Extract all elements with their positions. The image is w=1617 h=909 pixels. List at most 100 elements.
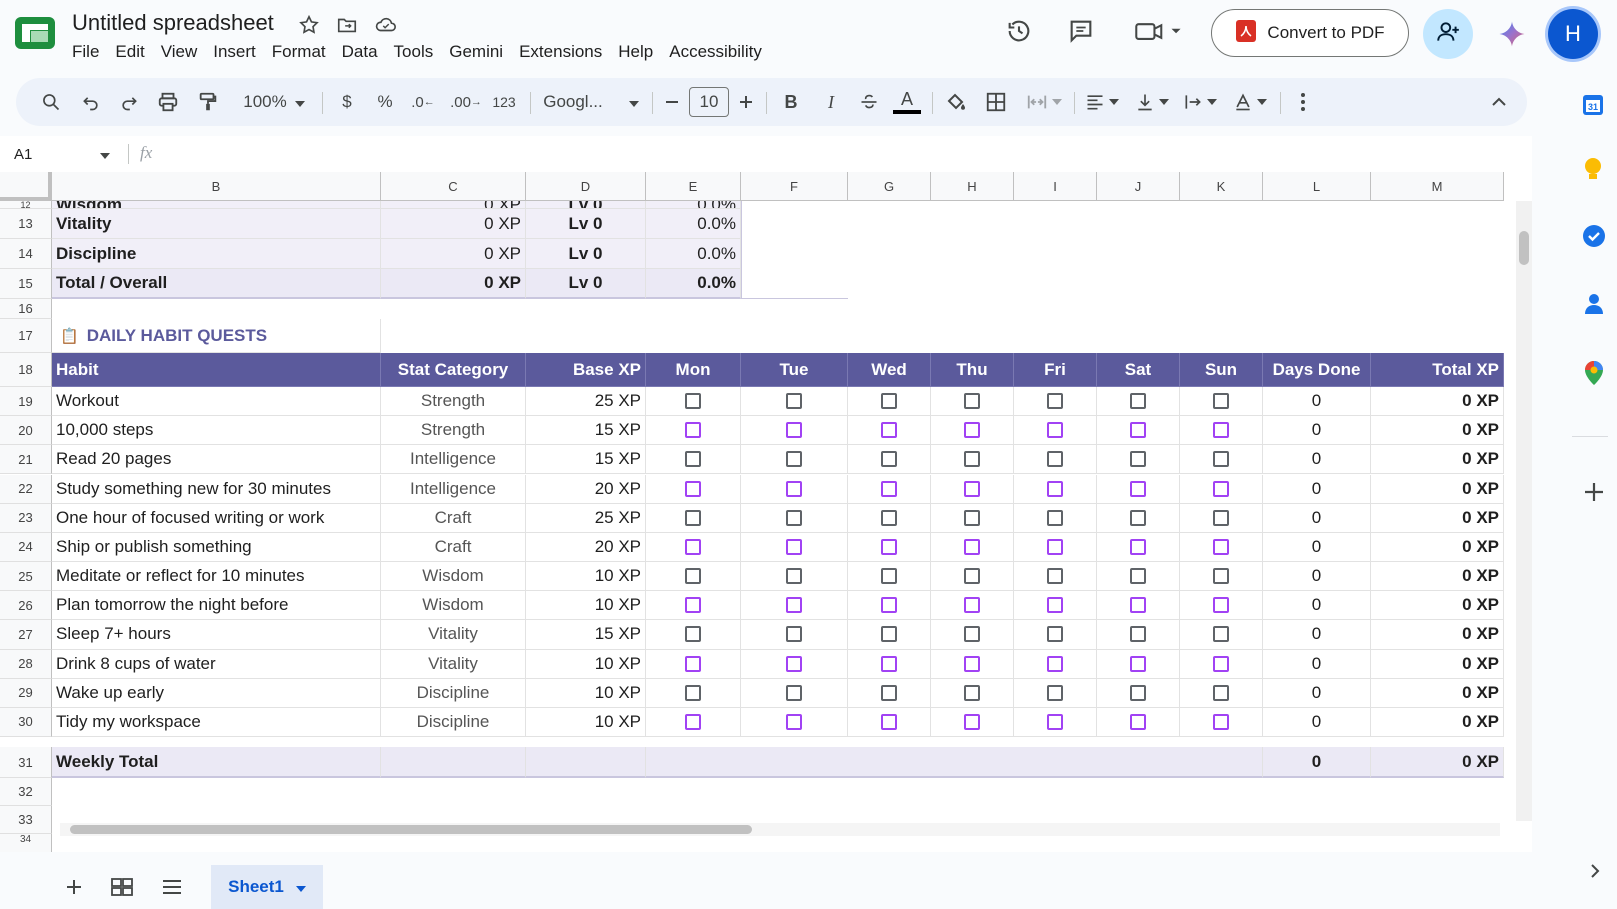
habit-base-xp-cell[interactable]: 10 XP [526, 649, 646, 679]
habit-sat-cell[interactable] [1097, 503, 1180, 533]
habit-category-cell[interactable]: Discipline [381, 707, 526, 738]
version-history-icon[interactable] [1002, 14, 1036, 48]
habit-sun-cell[interactable] [1180, 416, 1263, 446]
habit-name-cell[interactable]: One hour of focused writing or work [52, 503, 381, 533]
stat-total-xp-cell[interactable]: 0 XP [381, 269, 526, 299]
checkbox[interactable] [964, 568, 980, 585]
habit-sun-cell[interactable] [1180, 445, 1263, 475]
checkbox[interactable] [786, 597, 802, 614]
habit-name-cell[interactable]: Ship or publish something [52, 532, 381, 562]
sheets-list-icon[interactable] [158, 873, 186, 901]
habit-days-done-cell[interactable]: 0 [1263, 387, 1371, 417]
habit-tue-cell[interactable] [741, 562, 848, 592]
habit-thu-cell[interactable] [931, 620, 1014, 650]
checkbox[interactable] [1130, 713, 1146, 730]
habit-category-cell[interactable]: Craft [381, 532, 526, 562]
row-header[interactable]: 33 [0, 806, 52, 834]
habit-days-done-cell[interactable]: 0 [1263, 532, 1371, 562]
habit-mon-cell[interactable] [646, 620, 741, 650]
habit-mon-cell[interactable] [646, 387, 741, 417]
checkbox[interactable] [685, 713, 701, 730]
checkbox[interactable] [786, 655, 802, 672]
column-header-g[interactable]: G [848, 172, 931, 201]
header-sat[interactable]: Sat [1097, 353, 1180, 387]
weekly-total-label[interactable]: Weekly Total [52, 747, 381, 778]
habit-sun-cell[interactable] [1180, 591, 1263, 621]
habit-base-xp-cell[interactable]: 10 XP [526, 678, 646, 708]
contacts-icon[interactable] [1583, 292, 1605, 316]
habit-category-cell[interactable]: Craft [381, 503, 526, 533]
decrease-decimal-button[interactable]: .0 ← [406, 78, 440, 126]
column-header-k[interactable]: K [1180, 172, 1263, 201]
habit-fri-cell[interactable] [1014, 620, 1097, 650]
column-header-c[interactable]: C [381, 172, 526, 201]
checkbox[interactable] [964, 538, 980, 555]
habit-days-done-cell[interactable]: 0 [1263, 591, 1371, 621]
weekly-total-xp[interactable]: 0 XP [1371, 747, 1504, 778]
checkbox[interactable] [786, 538, 802, 555]
checkbox[interactable] [1130, 568, 1146, 585]
habit-wed-cell[interactable] [848, 562, 931, 592]
row-header[interactable]: 20 [0, 416, 52, 446]
header-thu[interactable]: Thu [931, 353, 1014, 387]
checkbox[interactable] [1047, 626, 1063, 643]
checkbox[interactable] [1130, 655, 1146, 672]
column-header-l[interactable]: L [1263, 172, 1371, 201]
increase-decimal-button[interactable]: .00 → [448, 78, 484, 126]
row-header[interactable]: 16 [0, 299, 52, 319]
name-box[interactable]: A1 [0, 136, 120, 172]
habit-total-xp-cell[interactable]: 0 XP [1371, 562, 1504, 592]
habit-fri-cell[interactable] [1014, 445, 1097, 475]
stat-total-level-cell[interactable]: Lv 0 [526, 269, 646, 299]
row-header[interactable]: 31 [0, 747, 52, 778]
font-size-input[interactable]: 10 [689, 87, 729, 117]
habit-thu-cell[interactable] [931, 532, 1014, 562]
menu-gemini[interactable]: Gemini [449, 42, 511, 62]
zoom-select[interactable]: 100% [234, 78, 314, 126]
checkbox[interactable] [1213, 509, 1229, 526]
habit-sun-cell[interactable] [1180, 620, 1263, 650]
checkbox[interactable] [685, 509, 701, 526]
checkbox[interactable] [964, 509, 980, 526]
habit-fri-cell[interactable] [1014, 416, 1097, 446]
column-header-i[interactable]: I [1014, 172, 1097, 201]
checkbox[interactable] [881, 655, 897, 672]
habit-thu-cell[interactable] [931, 678, 1014, 708]
habit-thu-cell[interactable] [931, 503, 1014, 533]
header-mon[interactable]: Mon [646, 353, 741, 387]
menu-edit[interactable]: Edit [115, 42, 152, 62]
habit-days-done-cell[interactable]: 0 [1263, 474, 1371, 504]
checkbox[interactable] [685, 451, 701, 468]
search-menus-icon[interactable] [36, 78, 66, 126]
row-header[interactable]: 22 [0, 474, 52, 504]
section-title-cell[interactable]: 📋 DAILY HABIT QUESTS [52, 319, 381, 353]
checkbox[interactable] [786, 480, 802, 497]
menu-accessibility[interactable]: Accessibility [669, 42, 770, 62]
checkbox[interactable] [1047, 451, 1063, 468]
checkbox[interactable] [685, 393, 701, 410]
checkbox[interactable] [1130, 626, 1146, 643]
checkbox[interactable] [685, 538, 701, 555]
spreadsheet-grid[interactable]: B C D E F G H I J K L M 12 Wisdom 0 XP L… [0, 172, 1532, 852]
habit-mon-cell[interactable] [646, 678, 741, 708]
checkbox[interactable] [1047, 597, 1063, 614]
more-options-icon[interactable] [1288, 78, 1318, 126]
checkbox[interactable] [786, 393, 802, 410]
checkbox[interactable] [1047, 509, 1063, 526]
habit-sat-cell[interactable] [1097, 445, 1180, 475]
column-header-b[interactable]: B [52, 172, 381, 201]
menu-file[interactable]: File [72, 42, 107, 62]
habit-name-cell[interactable]: Tidy my workspace [52, 707, 381, 738]
stat-percent-cell[interactable]: 0.0% [646, 239, 741, 269]
habit-tue-cell[interactable] [741, 416, 848, 446]
row-header[interactable]: 29 [0, 678, 52, 708]
row-header[interactable]: 15 [0, 269, 52, 299]
habit-tue-cell[interactable] [741, 678, 848, 708]
checkbox[interactable] [1130, 684, 1146, 701]
checkbox[interactable] [786, 713, 802, 730]
habit-sat-cell[interactable] [1097, 678, 1180, 708]
habit-base-xp-cell[interactable]: 25 XP [526, 503, 646, 533]
checkbox[interactable] [1130, 451, 1146, 468]
habit-fri-cell[interactable] [1014, 532, 1097, 562]
checkbox[interactable] [1130, 480, 1146, 497]
